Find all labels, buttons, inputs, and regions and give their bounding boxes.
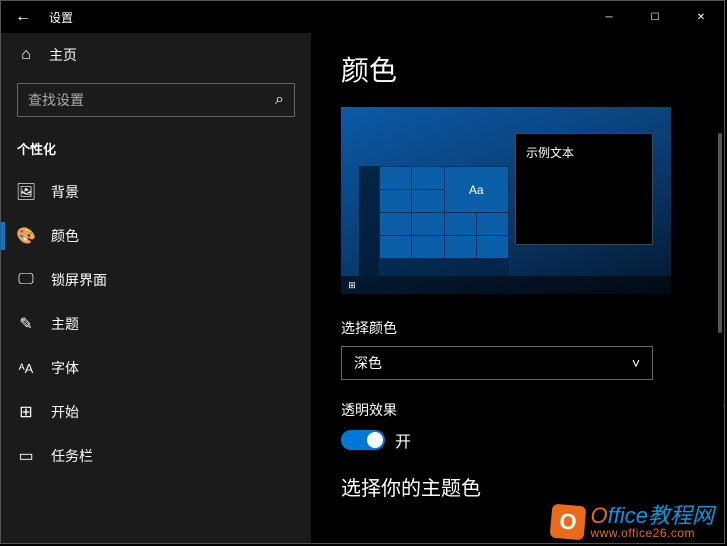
chevron-down-icon: ˅ (632, 355, 640, 371)
picture-icon: 🖼 (17, 182, 35, 202)
home-link[interactable]: ⌂ 主页 (1, 33, 311, 77)
watermark-center: @MS酋长爱Win10 (721, 389, 724, 453)
sidebar-item-label: 锁屏界面 (51, 270, 107, 290)
color-mode-label: 选择颜色 (341, 318, 700, 338)
start-icon: ⊞ (17, 402, 35, 422)
search-input-wrap[interactable]: ⌕ (17, 83, 295, 117)
sidebar-item-label: 任务栏 (51, 446, 93, 466)
transparency-label: 透明效果 (341, 400, 700, 420)
sidebar-item-themes[interactable]: ✎ 主题 (1, 302, 311, 346)
search-icon: ⌕ (275, 91, 284, 109)
watermark-url: www.office26.com (591, 527, 714, 539)
minimize-icon: ─ (605, 12, 612, 23)
sidebar-item-label: 开始 (51, 402, 79, 422)
watermark-logo-icon: O (549, 504, 586, 541)
titlebar: ← 设置 ─ ☐ ✕ (1, 1, 724, 33)
back-arrow-icon: ← (15, 8, 31, 26)
sidebar-item-colors[interactable]: 🎨 颜色 (1, 214, 311, 258)
sidebar-item-background[interactable]: 🖼 背景 (1, 170, 311, 214)
maximize-button[interactable]: ☐ (632, 1, 678, 33)
color-mode-select[interactable]: 深色 ˅ (341, 346, 653, 380)
preview-startmenu: Aa (359, 166, 509, 276)
preview-aa-tile: Aa (445, 167, 509, 212)
sidebar: ⌂ 主页 ⌕ 个性化 🖼 背景 🎨 颜色 🖵 锁屏界面 ✎ 主 (1, 33, 311, 543)
sidebar-category: 个性化 (1, 131, 311, 170)
theme-preview: 示例文本 Aa ⊞ (341, 107, 671, 294)
sidebar-item-label: 颜色 (51, 226, 79, 246)
color-mode-value: 深色 (354, 353, 382, 373)
home-label: 主页 (49, 45, 77, 65)
sidebar-item-start[interactable]: ⊞ 开始 (1, 390, 311, 434)
close-icon: ✕ (697, 12, 705, 23)
watermark: O Office教程网 www.office26.com (551, 505, 714, 539)
palette-icon: 🎨 (17, 226, 35, 246)
maximize-icon: ☐ (651, 12, 660, 23)
page-title: 颜色 (341, 49, 700, 89)
font-icon: ᴬA (17, 361, 35, 376)
back-button[interactable]: ← (1, 1, 45, 33)
accent-heading: 选择你的主题色 (341, 472, 700, 501)
scrollbar[interactable] (718, 133, 722, 333)
lockscreen-icon: 🖵 (17, 271, 35, 289)
content-area: 颜色 示例文本 Aa ⊞ (311, 33, 724, 543)
close-button[interactable]: ✕ (678, 1, 724, 33)
search-input[interactable] (28, 92, 275, 108)
window-title: 设置 (45, 9, 586, 26)
sidebar-item-label: 背景 (51, 182, 79, 202)
home-icon: ⌂ (17, 46, 35, 64)
watermark-brand: Office教程网 (591, 505, 714, 527)
sidebar-item-lockscreen[interactable]: 🖵 锁屏界面 (1, 258, 311, 302)
preview-start-icon: ⊞ (345, 276, 359, 294)
sidebar-item-label: 字体 (51, 358, 79, 378)
transparency-toggle[interactable] (341, 430, 385, 450)
preview-window: 示例文本 (515, 133, 653, 245)
taskbar-icon: ▭ (17, 446, 35, 466)
sidebar-item-label: 主题 (51, 314, 79, 334)
sidebar-item-taskbar[interactable]: ▭ 任务栏 (1, 434, 311, 478)
minimize-button[interactable]: ─ (586, 1, 632, 33)
preview-sample-text: 示例文本 (526, 146, 574, 160)
sidebar-item-fonts[interactable]: ᴬA 字体 (1, 346, 311, 390)
preview-taskbar: ⊞ (341, 276, 671, 294)
transparency-state: 开 (395, 428, 411, 452)
theme-icon: ✎ (17, 314, 35, 334)
